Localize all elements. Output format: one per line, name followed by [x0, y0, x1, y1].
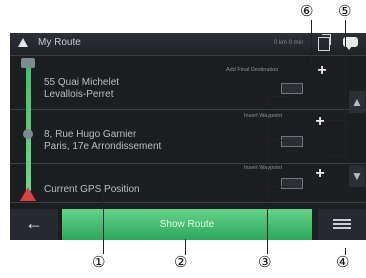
insert-waypoint-label: Insert Waypoint: [244, 113, 283, 119]
callout-6: ⑥: [300, 2, 314, 20]
divider: [10, 109, 366, 110]
route-line: [26, 61, 31, 191]
callout-line-5: [324, 156, 346, 157]
show-route-button[interactable]: Show Route: [62, 209, 312, 240]
divider: [10, 55, 366, 56]
route-item-1[interactable]: 55 Quai Michelet Levallois-Perret: [44, 77, 119, 101]
destination-flag-icon: [20, 187, 36, 201]
screen-title: My Route: [38, 37, 81, 48]
insert-waypoint-label: Insert Waypoint: [244, 165, 283, 171]
edit-route-item-button[interactable]: [281, 178, 303, 189]
edit-route-item-button[interactable]: [281, 83, 303, 94]
callout-line-3: [267, 96, 268, 254]
callout-1: ①: [92, 253, 106, 271]
top-bar: My Route 0 km 0 min: [10, 33, 366, 55]
callout-line-5: [324, 120, 346, 121]
map-arrow-icon[interactable]: [18, 38, 28, 47]
start-marker-icon: [21, 58, 35, 68]
callout-3: ③: [258, 253, 272, 271]
route-item-line1: 55 Quai Michelet: [44, 77, 120, 88]
route-item-line1: 8, Rue Hugo Garnier: [44, 129, 137, 140]
callout-line-6: [311, 20, 312, 63]
callout-line-2: [185, 239, 186, 255]
callout-line-4: [345, 248, 346, 255]
insert-waypoint-button[interactable]: +: [312, 166, 328, 182]
callout-5: ⑤: [338, 2, 352, 20]
scroll-up-button[interactable]: ▲: [349, 91, 365, 113]
edit-route-item-button[interactable]: [281, 136, 303, 147]
document-icon[interactable]: [318, 34, 331, 51]
menu-icon: [333, 219, 351, 231]
insert-waypoint-button[interactable]: +: [312, 114, 328, 130]
callout-line-1: [103, 194, 104, 254]
callout-line-3: [267, 140, 289, 141]
divider: [10, 202, 366, 203]
callout-4: ④: [336, 253, 350, 271]
menu-button[interactable]: [318, 209, 366, 240]
route-item-line1: Current GPS Position: [44, 184, 140, 195]
callout-line-3: [267, 96, 289, 97]
add-final-destination-label: Add Final Destination: [226, 67, 279, 73]
callout-line-3: [267, 186, 289, 187]
scroll-down-button[interactable]: ▼: [349, 165, 365, 187]
add-destination-button[interactable]: +: [314, 63, 330, 79]
route-item-2[interactable]: 8, Rue Hugo Garnier Paris, 17e Arrondiss…: [44, 129, 161, 153]
route-item-3[interactable]: Current GPS Position: [44, 184, 140, 196]
route-item-line2: Paris, 17e Arrondissement: [44, 141, 162, 152]
callout-line-5: [345, 20, 346, 156]
route-summary: 0 km 0 min: [274, 40, 304, 46]
route-item-line2: Levallois-Perret: [44, 89, 114, 100]
divider: [10, 163, 366, 164]
navigation-screen: My Route 0 km 0 min 55 Quai Michelet Lev…: [10, 33, 366, 240]
back-button[interactable]: ←: [10, 209, 58, 240]
callout-2: ②: [174, 253, 188, 271]
waypoint-marker-icon: [23, 129, 33, 139]
